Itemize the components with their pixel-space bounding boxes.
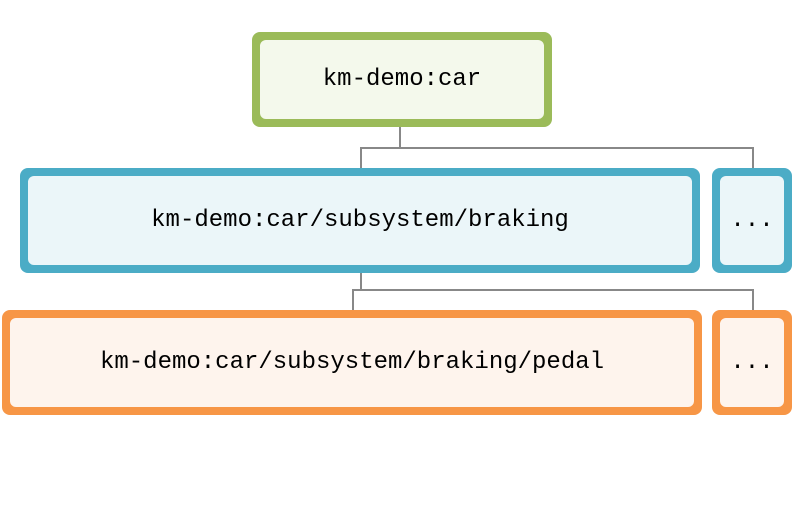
node-subsystem-more: ...	[718, 174, 786, 267]
node-subsystem-braking-label: km-demo:car/subsystem/braking	[151, 207, 569, 234]
node-pedal-more-label: ...	[730, 349, 773, 376]
connector	[352, 289, 354, 310]
node-subsystem-more-label: ...	[730, 207, 773, 234]
node-pedal-more: ...	[718, 316, 786, 409]
connector	[360, 147, 362, 168]
node-subsystem-braking: km-demo:car/subsystem/braking	[26, 174, 694, 267]
node-root: km-demo:car	[258, 38, 546, 121]
connector	[360, 273, 362, 289]
connector	[360, 147, 754, 149]
node-root-label: km-demo:car	[323, 66, 481, 93]
connector	[752, 147, 754, 168]
node-pedal-label: km-demo:car/subsystem/braking/pedal	[100, 349, 604, 376]
connector	[752, 289, 754, 310]
connector	[352, 289, 754, 291]
hierarchy-diagram: km-demo:car km-demo:car/subsystem/brakin…	[0, 0, 800, 506]
connector	[399, 127, 401, 147]
node-pedal: km-demo:car/subsystem/braking/pedal	[8, 316, 696, 409]
